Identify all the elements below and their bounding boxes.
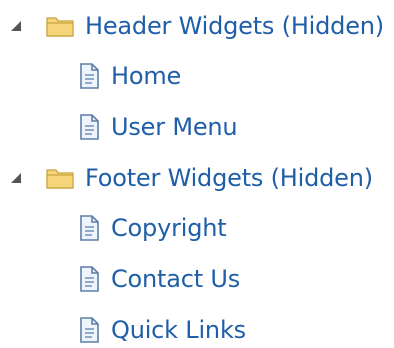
tree-node-footer-widgets[interactable]: Footer Widgets (Hidden) (7, 160, 373, 196)
tree-node-contact-us[interactable]: Contact Us (77, 261, 240, 297)
folder-icon (45, 14, 75, 38)
tree-node-label[interactable]: Quick Links (111, 312, 246, 348)
tree-node-home[interactable]: Home (77, 58, 181, 94)
expand-toggle-icon[interactable] (7, 169, 25, 187)
tree-node-label[interactable]: Home (111, 58, 181, 94)
tree-node-user-menu[interactable]: User Menu (77, 109, 238, 145)
document-icon (77, 214, 101, 242)
tree-node-quick-links[interactable]: Quick Links (77, 312, 246, 348)
folder-icon (45, 166, 75, 190)
document-icon (77, 265, 101, 293)
document-icon (77, 62, 101, 90)
document-icon (77, 113, 101, 141)
tree-node-label[interactable]: Copyright (111, 210, 227, 246)
tree-node-label[interactable]: User Menu (111, 109, 238, 145)
tree-node-label[interactable]: Header Widgets (Hidden) (85, 8, 384, 44)
tree-node-header-widgets[interactable]: Header Widgets (Hidden) (7, 8, 384, 44)
widget-tree: Header Widgets (Hidden) Home User Menu F… (0, 0, 394, 345)
tree-node-label[interactable]: Contact Us (111, 261, 240, 297)
document-icon (77, 316, 101, 344)
tree-node-copyright[interactable]: Copyright (77, 210, 227, 246)
expand-toggle-icon[interactable] (7, 17, 25, 35)
tree-node-label[interactable]: Footer Widgets (Hidden) (85, 160, 373, 196)
